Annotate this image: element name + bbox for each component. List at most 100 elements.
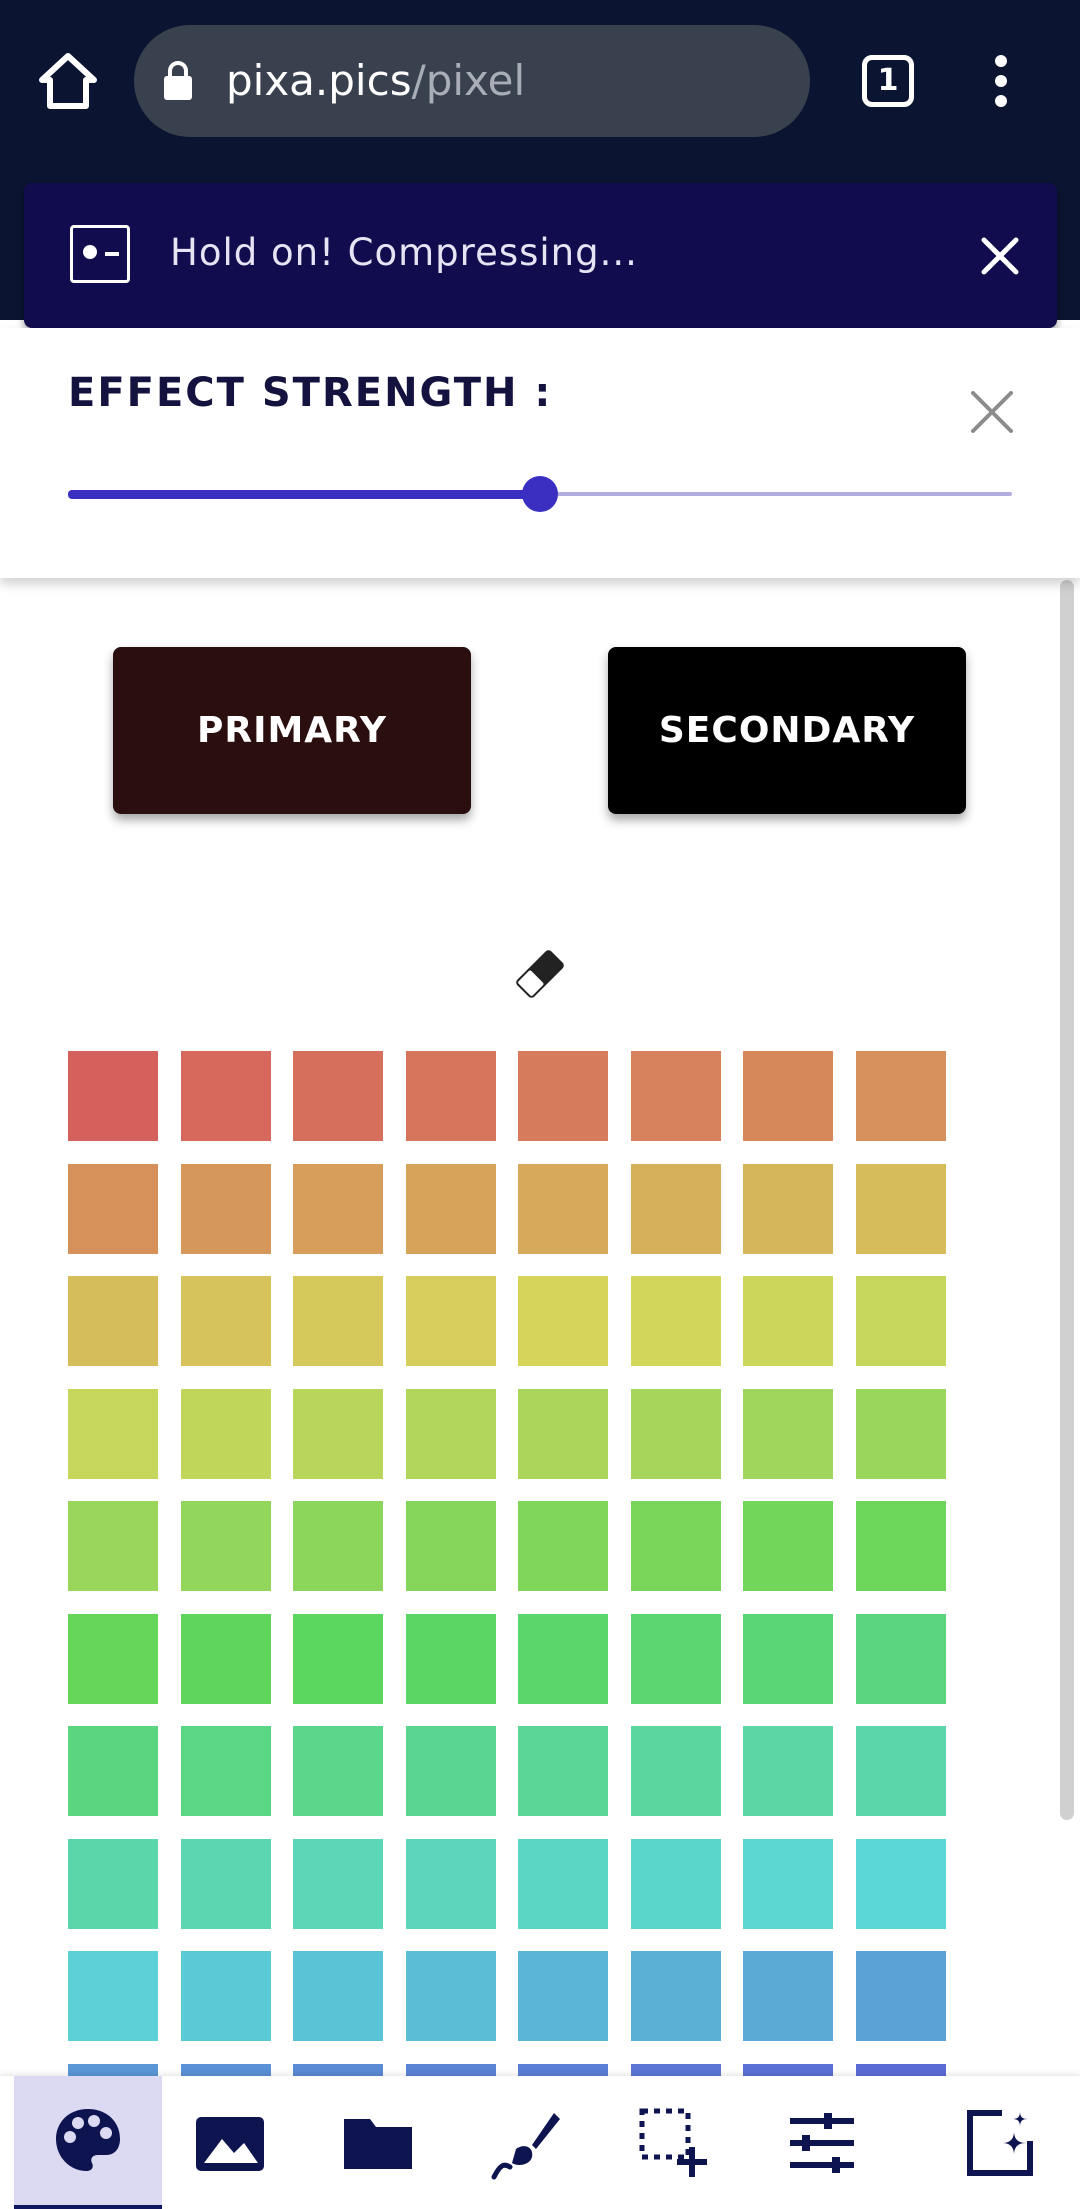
color-swatch[interactable] <box>743 1838 833 1929</box>
color-swatch[interactable] <box>293 1613 383 1704</box>
color-swatch[interactable] <box>180 1613 271 1704</box>
folder-icon <box>344 2118 412 2169</box>
color-swatch[interactable] <box>855 1163 946 1254</box>
effect-strength-panel: EFFECT STRENGTH : <box>0 328 1080 578</box>
color-swatch[interactable] <box>630 1501 721 1591</box>
color-swatch[interactable] <box>293 1838 383 1929</box>
ai-image-icon <box>967 2109 1033 2176</box>
color-swatch[interactable] <box>743 1163 833 1254</box>
color-swatch[interactable] <box>180 1051 271 1141</box>
color-swatch[interactable] <box>743 1388 833 1479</box>
color-swatch[interactable] <box>855 1051 946 1141</box>
eraser-icon[interactable] <box>510 944 570 1004</box>
color-swatch[interactable] <box>68 1388 158 1479</box>
color-swatch[interactable] <box>293 1276 383 1366</box>
color-swatch[interactable] <box>180 1951 271 2041</box>
toast-close-icon[interactable] <box>980 236 1020 276</box>
color-swatch[interactable] <box>630 1388 721 1479</box>
color-swatch[interactable] <box>180 1726 271 1816</box>
primary-color-button[interactable]: PRIMARY <box>113 647 471 814</box>
color-swatch[interactable] <box>68 1501 158 1591</box>
color-swatch[interactable] <box>180 1501 271 1591</box>
color-swatch[interactable] <box>743 1951 833 2041</box>
color-swatch[interactable] <box>630 1163 721 1254</box>
color-swatch[interactable] <box>405 1838 496 1929</box>
color-swatch[interactable] <box>405 1613 496 1704</box>
effect-strength-slider-fill <box>68 490 540 499</box>
color-swatch[interactable] <box>293 1501 383 1591</box>
color-swatch[interactable] <box>855 1951 946 2041</box>
color-swatch[interactable] <box>518 1388 608 1479</box>
color-swatch[interactable] <box>855 1726 946 1816</box>
color-swatch[interactable] <box>855 1501 946 1591</box>
color-swatch[interactable] <box>180 1276 271 1366</box>
color-swatch[interactable] <box>518 1501 608 1591</box>
brush-icon <box>491 2112 560 2179</box>
palette-tool[interactable] <box>14 2076 162 2209</box>
color-swatch[interactable] <box>855 1276 946 1366</box>
secondary-color-button[interactable]: SECONDARY <box>608 647 966 814</box>
color-swatch[interactable] <box>405 1163 496 1254</box>
robot-face-icon <box>70 225 130 283</box>
color-swatch[interactable] <box>743 1501 833 1591</box>
color-swatch[interactable] <box>518 1726 608 1816</box>
close-icon[interactable] <box>970 390 1014 434</box>
color-swatch[interactable] <box>630 1051 721 1141</box>
color-swatch[interactable] <box>68 1051 158 1141</box>
color-swatch[interactable] <box>293 1951 383 2041</box>
color-swatch[interactable] <box>180 1163 271 1254</box>
color-swatch[interactable] <box>855 1838 946 1929</box>
selection-tool[interactable] <box>600 2076 748 2209</box>
color-swatch[interactable] <box>405 1388 496 1479</box>
bottom-toolbar <box>0 2076 1080 2209</box>
color-swatch[interactable] <box>293 1163 383 1254</box>
color-swatch[interactable] <box>68 1163 158 1254</box>
brush-tool[interactable] <box>452 2076 600 2209</box>
color-swatch[interactable] <box>743 1726 833 1816</box>
color-swatch[interactable] <box>293 1051 383 1141</box>
color-swatch[interactable] <box>855 1388 946 1479</box>
color-swatch[interactable] <box>855 1613 946 1704</box>
color-swatch[interactable] <box>68 1951 158 2041</box>
color-swatch[interactable] <box>293 1388 383 1479</box>
color-swatch[interactable] <box>180 1388 271 1479</box>
color-swatch[interactable] <box>630 1838 721 1929</box>
color-swatch[interactable] <box>405 1276 496 1366</box>
color-swatch[interactable] <box>68 1276 158 1366</box>
selection-add-icon <box>639 2108 707 2177</box>
url-path: /pixel <box>411 56 526 105</box>
effect-strength-slider-thumb[interactable] <box>522 476 558 512</box>
color-swatch[interactable] <box>405 1726 496 1816</box>
adjust-tool[interactable] <box>748 2076 896 2209</box>
color-swatch[interactable] <box>518 1838 608 1929</box>
more-options-icon[interactable] <box>990 55 1012 107</box>
color-swatch[interactable] <box>630 1951 721 2041</box>
color-swatch[interactable] <box>630 1276 721 1366</box>
color-swatch[interactable] <box>518 1163 608 1254</box>
color-swatch[interactable] <box>405 1501 496 1591</box>
color-swatch[interactable] <box>405 1951 496 2041</box>
color-swatch[interactable] <box>518 1051 608 1141</box>
ai-image-tool[interactable] <box>926 2076 1074 2209</box>
color-swatch[interactable] <box>518 1613 608 1704</box>
color-swatch[interactable] <box>518 1276 608 1366</box>
color-swatch[interactable] <box>630 1726 721 1816</box>
scrollbar[interactable] <box>1060 580 1074 1820</box>
address-bar[interactable]: pixa.pics/pixel <box>134 25 810 137</box>
url-text: pixa.pics/pixel <box>226 25 525 137</box>
color-swatch[interactable] <box>743 1276 833 1366</box>
color-swatch[interactable] <box>68 1838 158 1929</box>
color-swatch[interactable] <box>743 1051 833 1141</box>
image-tool[interactable] <box>156 2076 304 2209</box>
color-swatch[interactable] <box>405 1051 496 1141</box>
tab-switcher-button[interactable]: 1 <box>862 55 914 107</box>
color-swatch[interactable] <box>518 1951 608 2041</box>
color-swatch[interactable] <box>630 1613 721 1704</box>
home-icon[interactable] <box>36 50 100 114</box>
color-swatch[interactable] <box>180 1838 271 1929</box>
color-swatch[interactable] <box>68 1726 158 1816</box>
color-swatch[interactable] <box>743 1613 833 1704</box>
folder-tool[interactable] <box>304 2076 452 2209</box>
color-swatch[interactable] <box>293 1726 383 1816</box>
color-swatch[interactable] <box>68 1613 158 1704</box>
